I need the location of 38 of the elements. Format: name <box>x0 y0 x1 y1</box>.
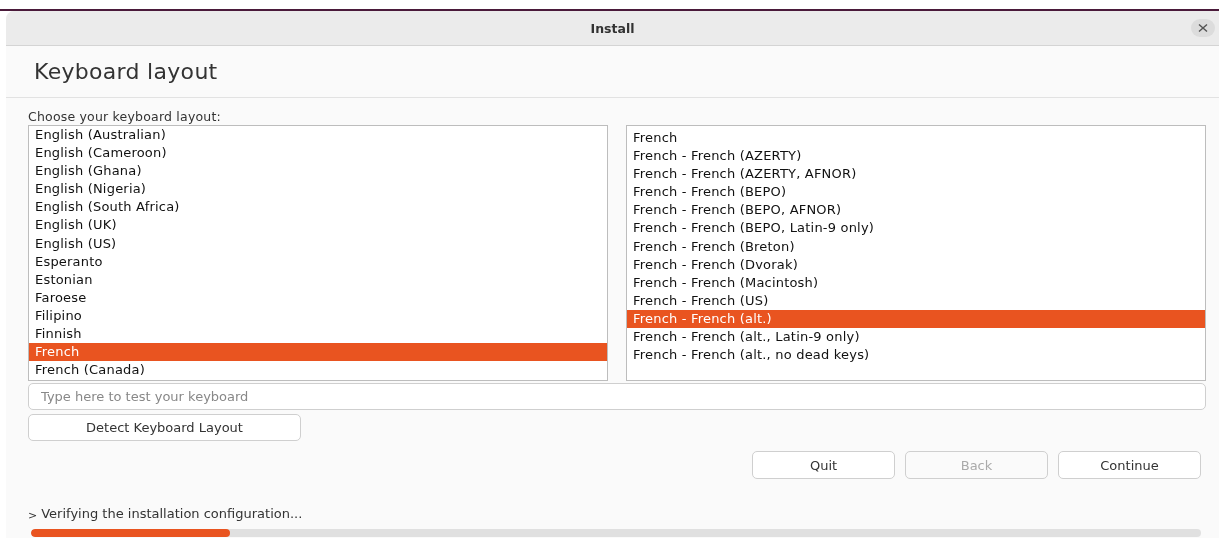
list-item[interactable]: French - French (alt., Latin-9 only) <box>627 328 1205 347</box>
list-item[interactable]: French - French (BEPO) <box>627 183 1205 202</box>
list-item[interactable]: French <box>627 129 1205 148</box>
page-heading: Keyboard layout <box>34 59 218 84</box>
list-item[interactable]: French - French (alt., no dead keys) <box>627 346 1205 365</box>
close-button[interactable] <box>1191 19 1215 37</box>
list-item[interactable]: Esperanto <box>29 252 607 271</box>
list-item[interactable]: English (Nigeria) <box>29 180 607 199</box>
list-item[interactable]: French - French (AZERTY, AFNOR) <box>627 165 1205 184</box>
list-item[interactable]: English (Australian) <box>29 126 607 145</box>
list-item[interactable]: French - French (Dvorak) <box>627 255 1205 274</box>
list-item[interactable]: English (Cameroon) <box>29 144 607 163</box>
list-item[interactable]: English (Ghana) <box>29 162 607 181</box>
dialog-button[interactable]: Quit <box>752 451 895 479</box>
expander-arrow[interactable]: > <box>28 509 38 522</box>
list-item[interactable]: French - French (BEPO, AFNOR) <box>627 201 1205 220</box>
list-item[interactable]: French - French (alt.) <box>627 309 1205 329</box>
window-title: Install <box>590 20 635 36</box>
input-field[interactable]: Type here to test your keyboard <box>28 383 1206 410</box>
list-item[interactable]: Finnish <box>29 325 607 344</box>
list-item[interactable]: Filipino <box>29 306 607 326</box>
list-item[interactable]: French - French (Macintosh) <box>627 273 1205 292</box>
list-item[interactable]: English (South Africa) <box>29 198 607 217</box>
list-item[interactable]: Estonian <box>29 270 607 289</box>
list-item[interactable]: French - French (US) <box>627 291 1205 310</box>
close-icon <box>1198 24 1208 32</box>
prompt-label: Choose your keyboard layout: <box>28 108 222 125</box>
status-text: Verifying the installation configuration... <box>41 506 303 521</box>
dialog-button[interactable]: Continue <box>1058 451 1201 479</box>
list-item[interactable]: English (UK) <box>29 216 607 235</box>
list-item[interactable]: French - French (AZERTY) <box>627 147 1205 166</box>
list-item[interactable]: French - French (BEPO, Latin-9 only) <box>627 219 1205 238</box>
list-item[interactable]: English (US) <box>29 234 607 253</box>
detect-button[interactable]: Detect Keyboard Layout <box>28 414 301 441</box>
list-item[interactable]: Faroese <box>29 288 607 307</box>
list-item[interactable]: French (Canada) <box>29 361 607 380</box>
list-item[interactable]: French <box>29 343 607 362</box>
list-item[interactable]: French - French (Breton) <box>627 237 1205 256</box>
